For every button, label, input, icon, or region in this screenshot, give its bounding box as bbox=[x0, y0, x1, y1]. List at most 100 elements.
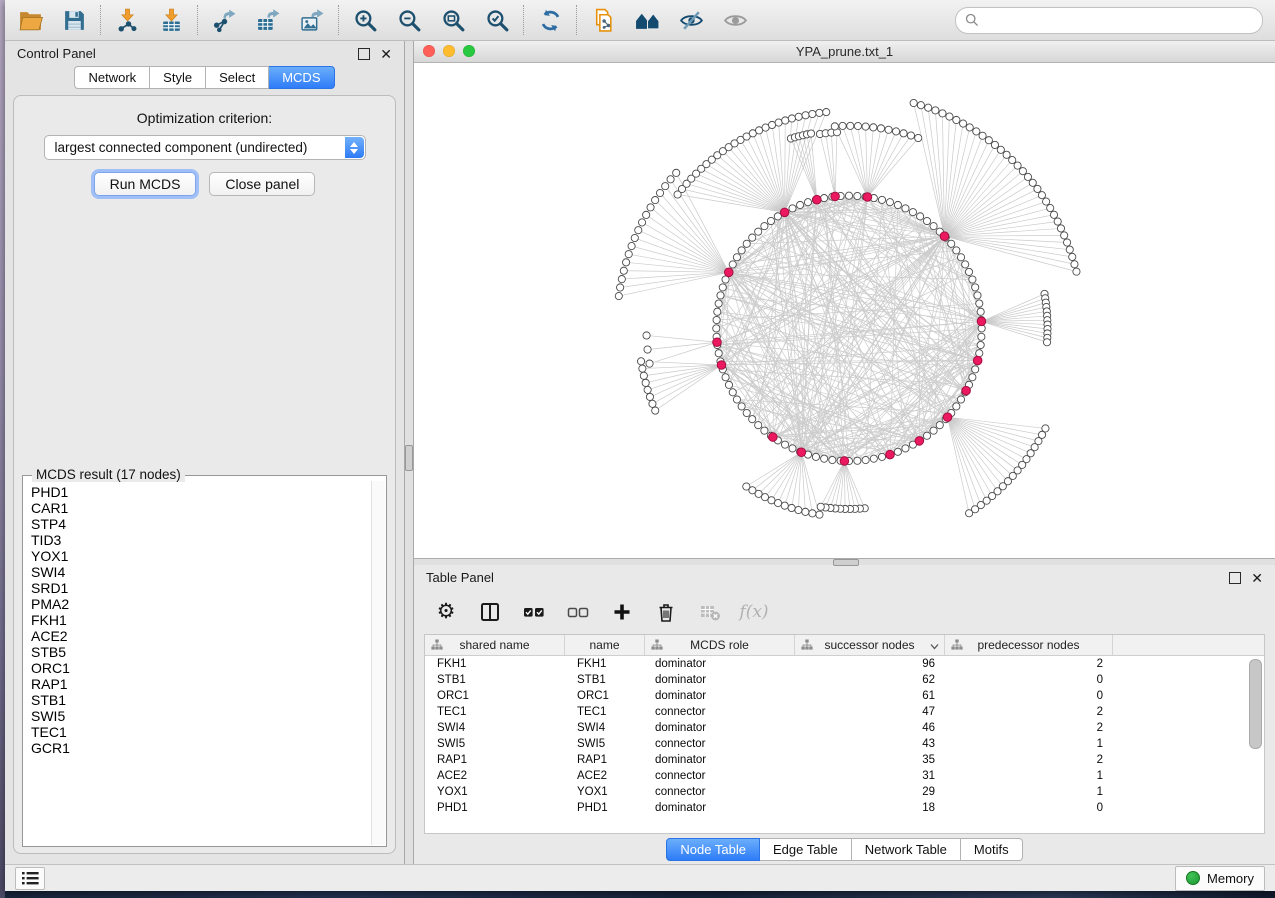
mcds-result-item[interactable]: PMA2 bbox=[24, 596, 371, 612]
table-cell[interactable]: dominator bbox=[645, 690, 795, 702]
table-cell[interactable]: dominator bbox=[645, 658, 795, 670]
table-row[interactable]: RAP1RAP1dominator352 bbox=[425, 752, 1264, 768]
table-cell[interactable]: dominator bbox=[645, 754, 795, 766]
tab-network-table[interactable]: Network Table bbox=[852, 838, 961, 861]
close-panel-icon[interactable]: ✕ bbox=[380, 49, 392, 59]
column-header-predecessor-nodes[interactable]: predecessor nodes bbox=[945, 635, 1113, 655]
table-cell[interactable]: 0 bbox=[945, 690, 1113, 702]
network-canvas[interactable] bbox=[414, 63, 1275, 558]
table-cell[interactable]: dominator bbox=[645, 674, 795, 686]
table-cell[interactable]: dominator bbox=[645, 802, 795, 814]
first-neighbors-icon[interactable] bbox=[634, 7, 660, 33]
column-header-mcds-role[interactable]: MCDS role bbox=[645, 635, 795, 655]
mcds-result-item[interactable]: SWI4 bbox=[24, 564, 371, 580]
export-image-icon[interactable] bbox=[299, 7, 325, 33]
delete-entry-icon[interactable] bbox=[654, 600, 678, 624]
save-icon[interactable] bbox=[61, 7, 87, 33]
import-network-icon[interactable] bbox=[114, 7, 140, 33]
tab-motifs[interactable]: Motifs bbox=[961, 838, 1023, 861]
table-cell[interactable]: 62 bbox=[795, 674, 945, 686]
add-entry-icon[interactable] bbox=[610, 600, 634, 624]
result-list-scrollbar[interactable] bbox=[371, 481, 385, 845]
mcds-result-item[interactable]: ACE2 bbox=[24, 628, 371, 644]
table-row[interactable]: ACE2ACE2connector311 bbox=[425, 768, 1264, 784]
column-header-shared-name[interactable]: shared name bbox=[425, 635, 565, 655]
table-cell[interactable]: 2 bbox=[945, 754, 1113, 766]
table-cell[interactable]: 0 bbox=[945, 802, 1113, 814]
select-all-icon[interactable] bbox=[522, 600, 546, 624]
table-cell[interactable]: 1 bbox=[945, 786, 1113, 798]
mcds-result-item[interactable]: GCR1 bbox=[24, 740, 371, 756]
table-row[interactable]: YOX1YOX1connector291 bbox=[425, 784, 1264, 800]
table-cell[interactable]: STB1 bbox=[425, 674, 565, 686]
zoom-out-icon[interactable] bbox=[396, 7, 422, 33]
table-cell[interactable]: FKH1 bbox=[565, 658, 645, 670]
mcds-result-item[interactable]: CAR1 bbox=[24, 500, 371, 516]
export-network-icon[interactable] bbox=[211, 7, 237, 33]
import-table-icon[interactable] bbox=[158, 7, 184, 33]
table-cell[interactable]: FKH1 bbox=[425, 658, 565, 670]
search-box[interactable] bbox=[955, 7, 1263, 34]
table-cell[interactable]: PHD1 bbox=[565, 802, 645, 814]
table-row[interactable]: ORC1ORC1dominator610 bbox=[425, 688, 1264, 704]
table-cell[interactable]: PHD1 bbox=[425, 802, 565, 814]
table-cell[interactable]: YOX1 bbox=[565, 786, 645, 798]
mcds-result-item[interactable]: FKH1 bbox=[24, 612, 371, 628]
zoom-selected-icon[interactable] bbox=[484, 7, 510, 33]
tab-select[interactable]: Select bbox=[206, 66, 269, 89]
hide-selected-icon[interactable] bbox=[678, 7, 704, 33]
mcds-result-item[interactable]: STB1 bbox=[24, 692, 371, 708]
table-cell[interactable]: connector bbox=[645, 706, 795, 718]
search-input[interactable] bbox=[985, 12, 1253, 29]
tab-style[interactable]: Style bbox=[150, 66, 206, 89]
table-cell[interactable]: 0 bbox=[945, 674, 1113, 686]
zoom-in-icon[interactable] bbox=[352, 7, 378, 33]
table-cell[interactable]: SWI4 bbox=[565, 722, 645, 734]
table-row[interactable]: TEC1TEC1connector472 bbox=[425, 704, 1264, 720]
table-cell[interactable]: SWI5 bbox=[425, 738, 565, 750]
splitter-handle[interactable] bbox=[405, 445, 413, 471]
tab-network[interactable]: Network bbox=[74, 66, 150, 89]
table-cell[interactable]: 43 bbox=[795, 738, 945, 750]
table-row[interactable]: FKH1FKH1dominator962 bbox=[425, 656, 1264, 672]
new-network-from-selection-icon[interactable] bbox=[590, 7, 616, 33]
table-cell[interactable]: ACE2 bbox=[425, 770, 565, 782]
open-file-icon[interactable] bbox=[17, 7, 43, 33]
mcds-result-item[interactable]: ORC1 bbox=[24, 660, 371, 676]
mcds-result-item[interactable]: TEC1 bbox=[24, 724, 371, 740]
table-cell[interactable]: 31 bbox=[795, 770, 945, 782]
task-history-button[interactable] bbox=[15, 867, 45, 890]
table-cell[interactable]: TEC1 bbox=[565, 706, 645, 718]
mcds-result-item[interactable]: RAP1 bbox=[24, 676, 371, 692]
mcds-result-item[interactable]: SWI5 bbox=[24, 708, 371, 724]
deselect-all-icon[interactable] bbox=[566, 600, 590, 624]
show-columns-icon[interactable] bbox=[478, 600, 502, 624]
mcds-result-item[interactable]: STP4 bbox=[24, 516, 371, 532]
table-cell[interactable]: 96 bbox=[795, 658, 945, 670]
table-cell[interactable]: RAP1 bbox=[425, 754, 565, 766]
export-table-icon[interactable] bbox=[255, 7, 281, 33]
mcds-result-item[interactable]: STB5 bbox=[24, 644, 371, 660]
column-header-name[interactable]: name bbox=[565, 635, 645, 655]
table-cell[interactable]: YOX1 bbox=[425, 786, 565, 798]
network-graph[interactable] bbox=[414, 63, 1275, 558]
table-row[interactable]: STB1STB1dominator620 bbox=[425, 672, 1264, 688]
table-cell[interactable]: 61 bbox=[795, 690, 945, 702]
tab-edge-table[interactable]: Edge Table bbox=[760, 838, 852, 861]
table-cell[interactable]: ORC1 bbox=[565, 690, 645, 702]
table-cell[interactable]: 2 bbox=[945, 658, 1113, 670]
table-cell[interactable]: 29 bbox=[795, 786, 945, 798]
table-row[interactable]: PHD1PHD1dominator180 bbox=[425, 800, 1264, 816]
close-panel-button[interactable]: Close panel bbox=[209, 172, 315, 196]
table-cell[interactable]: 2 bbox=[945, 706, 1113, 718]
maximize-window-icon[interactable] bbox=[463, 45, 475, 57]
mcds-result-item[interactable]: TID3 bbox=[24, 532, 371, 548]
run-mcds-button[interactable]: Run MCDS bbox=[94, 172, 197, 196]
table-row[interactable]: SWI5SWI5connector431 bbox=[425, 736, 1264, 752]
table-row[interactable]: SWI4SWI4dominator462 bbox=[425, 720, 1264, 736]
refresh-icon[interactable] bbox=[537, 7, 563, 33]
table-cell[interactable]: connector bbox=[645, 786, 795, 798]
column-header-successor-nodes[interactable]: successor nodes bbox=[795, 635, 945, 655]
zoom-fit-icon[interactable] bbox=[440, 7, 466, 33]
float-panel-icon[interactable] bbox=[1229, 572, 1241, 584]
